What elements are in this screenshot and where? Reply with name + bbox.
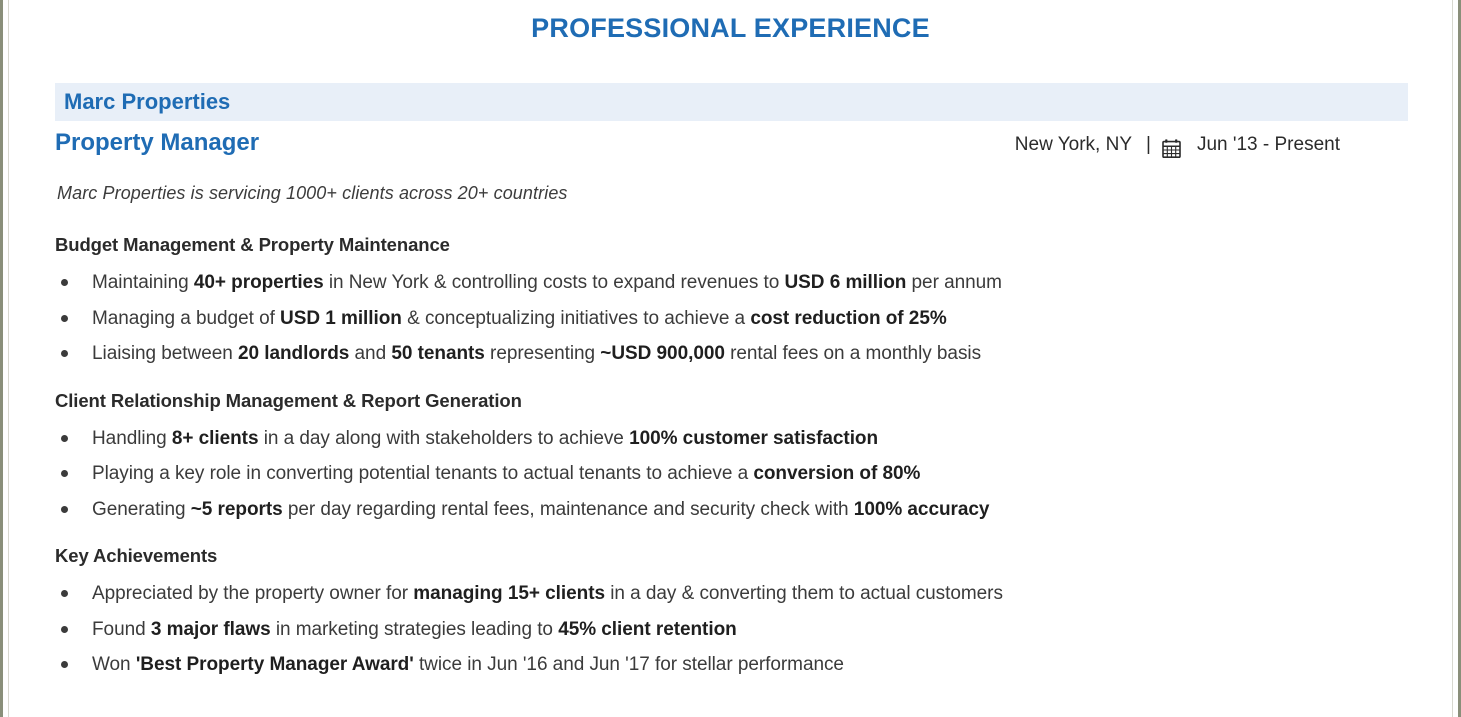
bullet-highlight: 20 landlords [237, 343, 350, 364]
list-item: Maintaining 40+ properties in New York &… [55, 265, 1415, 301]
bullet-highlight: ~5 reports [190, 498, 283, 520]
block-heading: Key Achievements [55, 545, 218, 566]
company-bar: Marc Properties [55, 83, 1408, 121]
bullet-text: Generating [92, 498, 191, 520]
bullet-text: Liaising between [92, 343, 238, 364]
calendar-icon [1162, 138, 1181, 158]
bullet-highlight: 'Best Property Manager Award' [135, 654, 414, 675]
bullet-text: Found [92, 618, 151, 640]
list-item: Playing a key role in converting potenti… [55, 456, 1415, 492]
location-text: New York, NY [1014, 134, 1133, 155]
company-name: Marc Properties [64, 89, 231, 114]
bullet-list: Appreciated by the property owner for ma… [55, 576, 1415, 683]
bullet-highlight: cost reduction of 25% [750, 307, 947, 329]
list-item: Found 3 major flaws in marketing strateg… [55, 612, 1415, 648]
experience-blocks: Budget Management & Property Maintenance… [55, 234, 1415, 683]
bullet-dot-icon [61, 625, 68, 633]
bullet-dot-icon [61, 434, 68, 442]
bullet-dot-icon [61, 590, 68, 597]
bullet-text: and [349, 343, 392, 364]
bullet-highlight: USD 1 million [280, 307, 402, 329]
bullet-dot-icon [61, 470, 68, 477]
bullet-text: & conceptualizing initiatives to achieve… [401, 307, 751, 329]
block-heading: Client Relationship Management & Report … [55, 389, 522, 411]
list-item: Liaising between 20 landlords and 50 ten… [55, 336, 1415, 372]
role-row: Property Manager New York, NY | Jun '13 … [55, 129, 1408, 158]
bullet-highlight: USD 6 million [784, 272, 907, 293]
bullet-text: Playing a key role in converting potenti… [92, 463, 754, 484]
bullet-text: Won [92, 654, 136, 675]
block-heading: Budget Management & Property Maintenance [55, 234, 450, 255]
company-tagline: Marc Properties is servicing 1000+ clien… [57, 183, 568, 203]
bullet-text: per annum [906, 272, 1002, 293]
list-item: Managing a budget of USD 1 million & con… [55, 301, 1415, 337]
bullet-highlight: 50 tenants [391, 343, 485, 364]
bullet-highlight: 100% accuracy [853, 498, 990, 520]
experience-block: Budget Management & Property Maintenance… [55, 234, 1415, 372]
list-item: Handling 8+ clients in a day along with … [55, 421, 1415, 457]
bullet-dot-icon [61, 314, 68, 322]
bullet-text: Appreciated by the property owner for [92, 583, 414, 604]
bullet-dot-icon [61, 661, 68, 668]
bullet-text: in a day & converting them to actual cus… [605, 583, 1003, 604]
bullet-highlight: 3 major flaws [150, 618, 271, 640]
role-meta: New York, NY | Jun '13 - Present [1014, 134, 1408, 158]
bullet-highlight: conversion of 80% [753, 463, 921, 484]
bullet-highlight: 8+ clients [171, 427, 259, 449]
bullet-highlight: 45% client retention [558, 618, 737, 640]
bullet-list: Handling 8+ clients in a day along with … [55, 421, 1415, 528]
bullet-text: Handling [92, 427, 172, 449]
bullet-text: representing [484, 343, 601, 364]
bullet-highlight: ~USD 900,000 [600, 343, 725, 364]
bullet-dot-icon [61, 279, 68, 286]
bullet-text: Managing a budget of [92, 307, 281, 329]
bullet-text: in marketing strategies leading to [270, 618, 559, 640]
experience-block: Key Achievements Appreciated by the prope… [55, 545, 1415, 683]
role-title: Property Manager [55, 129, 260, 156]
list-item: Won 'Best Property Manager Award' twice … [55, 647, 1415, 683]
bullet-highlight: 40+ properties [193, 272, 324, 293]
experience-block: Client Relationship Management & Report … [55, 390, 1415, 528]
date-range: Jun '13 - Present [1196, 134, 1340, 155]
bullet-text: twice in Jun '16 and Jun '17 for stellar… [413, 654, 844, 675]
bullet-text: Maintaining [92, 272, 194, 293]
list-item: Appreciated by the property owner for ma… [55, 576, 1415, 612]
resume-content: PROFESSIONAL EXPERIENCE Marc Properties … [3, 0, 1458, 717]
meta-separator: | [1146, 134, 1151, 155]
bullet-text: in New York & controlling costs to expan… [323, 272, 785, 293]
bullet-text: per day regarding rental fees, maintenan… [282, 498, 854, 520]
bullet-list: Maintaining 40+ properties in New York &… [55, 265, 1415, 372]
page-title: PROFESSIONAL EXPERIENCE [531, 13, 930, 43]
bullet-dot-icon [61, 505, 68, 513]
bullet-dot-icon [61, 350, 68, 357]
bullet-text: in a day along with stakeholders to achi… [258, 427, 630, 449]
bullet-highlight: managing 15+ clients [413, 583, 605, 604]
bullet-highlight: 100% customer satisfaction [629, 427, 879, 449]
resume-page: PROFESSIONAL EXPERIENCE Marc Properties … [0, 0, 1461, 717]
list-item: Generating ~5 reports per day regarding … [55, 492, 1415, 528]
bullet-text: rental fees on a monthly basis [724, 343, 982, 364]
